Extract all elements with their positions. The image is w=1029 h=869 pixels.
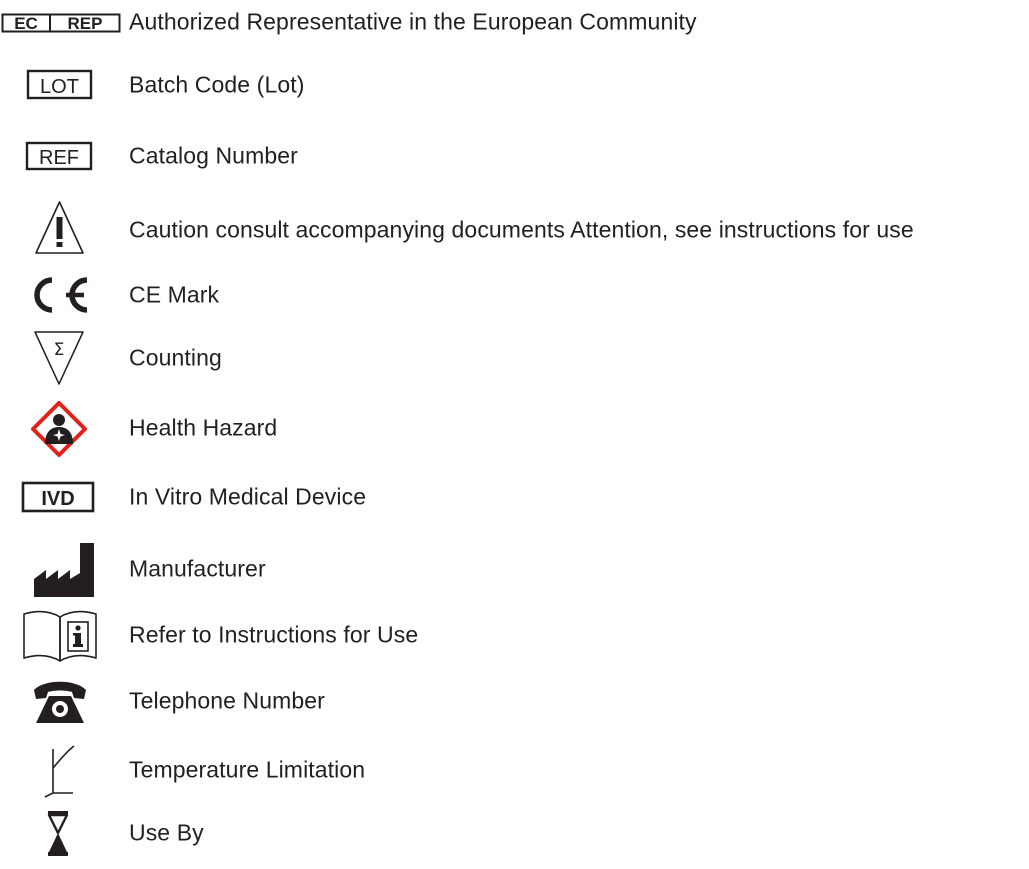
thermometer-icon bbox=[0, 740, 124, 800]
legend-label: Catalog Number bbox=[129, 142, 298, 169]
legend-row-ivd: IVD In Vitro Medical Device bbox=[0, 467, 1029, 527]
ivd-icon: IVD bbox=[0, 467, 124, 527]
legend-row-use-by: Use By bbox=[0, 803, 1029, 863]
legend-row-ref: REF Catalog Number bbox=[0, 126, 1029, 186]
ce-mark-icon bbox=[0, 265, 124, 325]
svg-text:IVD: IVD bbox=[41, 488, 74, 510]
legend-row-health-hazard: Health Hazard bbox=[0, 398, 1029, 458]
legend-label: Use By bbox=[129, 819, 204, 846]
ec-rep-icon: EC REP bbox=[0, 0, 124, 52]
legend-label: Refer to Instructions for Use bbox=[129, 621, 419, 648]
lot-icon: LOT bbox=[0, 55, 124, 115]
legend-label: Temperature Limitation bbox=[129, 756, 366, 783]
legend-row-ifu: Refer to Instructions for Use bbox=[0, 605, 1029, 665]
ref-icon: REF bbox=[0, 126, 124, 186]
symbol-legend: EC REP Authorized Representative in the … bbox=[0, 0, 1029, 869]
legend-row-lot: LOT Batch Code (Lot) bbox=[0, 55, 1029, 115]
legend-row-caution: Caution consult accompanying documents A… bbox=[0, 200, 1029, 260]
legend-label: CE Mark bbox=[129, 281, 220, 308]
svg-text:LOT: LOT bbox=[40, 76, 79, 98]
legend-label: Authorized Representative in the Europea… bbox=[129, 8, 697, 35]
svg-text:REP: REP bbox=[68, 14, 103, 33]
legend-label: Telephone Number bbox=[129, 687, 325, 714]
legend-row-counting: Σ Counting bbox=[0, 328, 1029, 388]
legend-label: Batch Code (Lot) bbox=[129, 71, 305, 98]
svg-text:Σ: Σ bbox=[54, 340, 65, 360]
telephone-icon bbox=[0, 671, 124, 731]
legend-row-ec-rep: EC REP Authorized Representative in the … bbox=[0, 0, 1029, 52]
legend-row-ce: CE Mark bbox=[0, 265, 1029, 325]
factory-icon bbox=[0, 539, 124, 599]
health-hazard-icon bbox=[0, 398, 124, 458]
legend-row-telephone: Telephone Number bbox=[0, 671, 1029, 731]
legend-label: Caution consult accompanying documents A… bbox=[129, 216, 914, 243]
legend-label: Manufacturer bbox=[129, 555, 266, 582]
legend-row-manufacturer: Manufacturer bbox=[0, 539, 1029, 599]
legend-row-temperature: Temperature Limitation bbox=[0, 740, 1029, 800]
legend-label: In Vitro Medical Device bbox=[129, 483, 367, 510]
svg-text:EC: EC bbox=[14, 14, 38, 33]
caution-triangle-icon bbox=[0, 200, 124, 260]
sigma-triangle-icon: Σ bbox=[0, 328, 124, 388]
book-info-icon bbox=[0, 605, 124, 665]
svg-text:REF: REF bbox=[39, 147, 79, 169]
legend-label: Counting bbox=[129, 344, 222, 371]
legend-label: Health Hazard bbox=[129, 414, 278, 441]
hourglass-icon bbox=[0, 803, 124, 863]
